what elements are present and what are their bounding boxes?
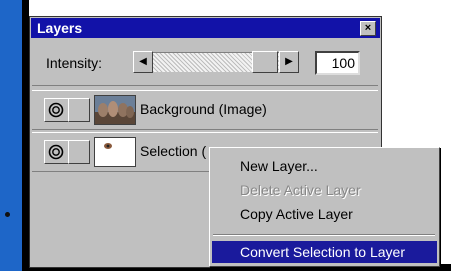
intensity-value-input[interactable]: 100 <box>315 51 360 75</box>
context-menu: New Layer... Delete Active Layer Copy Ac… <box>209 147 440 267</box>
menu-item-copy-active-layer[interactable]: Copy Active Layer <box>212 203 437 225</box>
close-icon[interactable]: × <box>360 21 376 36</box>
intensity-slider[interactable]: ◀ ▶ <box>133 51 301 73</box>
menu-item-delete-active-layer: Delete Active Layer <box>240 182 361 198</box>
layer-thumbnail-image <box>94 95 136 125</box>
layer-lock-toggle[interactable] <box>68 98 90 122</box>
layer-row-background[interactable]: Background (Image) <box>32 90 378 130</box>
layer-lock-toggle[interactable] <box>68 140 90 164</box>
layer-label: Background (Image) <box>140 101 267 117</box>
menu-item-new-layer[interactable]: New Layer... <box>212 155 437 177</box>
window-titlebar[interactable]: Layers × <box>31 18 380 38</box>
visibility-eye-icon[interactable] <box>44 98 69 122</box>
window-title: Layers <box>37 20 83 36</box>
layer-thumbnail-selection <box>94 137 136 167</box>
arrow-left-icon[interactable]: ◀ <box>133 51 153 73</box>
menu-item-convert-selection-to-layer[interactable]: Convert Selection to Layer <box>212 241 437 263</box>
intensity-label: Intensity: <box>46 55 103 71</box>
arrow-right-icon[interactable]: ▶ <box>279 51 299 73</box>
menu-separator <box>213 234 435 236</box>
layer-label: Selection ( <box>140 143 207 159</box>
bullet-dot <box>5 212 10 217</box>
visibility-eye-icon[interactable] <box>44 140 69 164</box>
slider-thumb[interactable] <box>252 51 278 73</box>
